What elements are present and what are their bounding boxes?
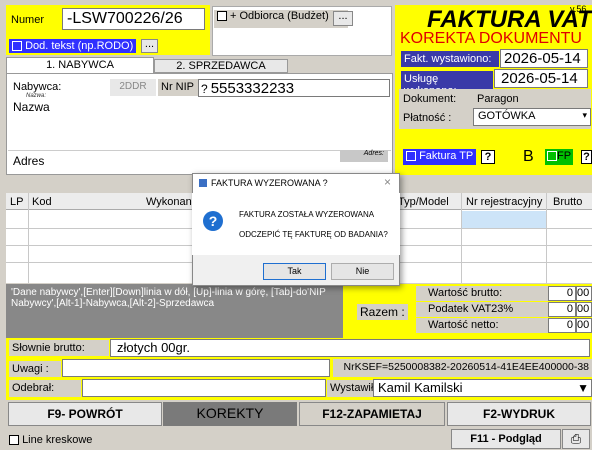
dialog-close-icon[interactable]: × <box>384 175 391 189</box>
version-label: v.56 <box>570 4 587 14</box>
column-nr-rejestracyjny: Nr rejestracyjny <box>466 196 543 208</box>
hint-text: 'Dane nabywcy',[Enter][Down]linia w dół,… <box>6 284 343 338</box>
ksef-number: NrKSEF=5250008382-20260514-41E4EE400000-… <box>333 359 592 377</box>
wartosc-netto-gr: 00 <box>576 318 592 333</box>
ddr-button[interactable]: 2DDR <box>110 79 156 96</box>
fp-checkbox[interactable]: FP <box>545 149 574 165</box>
dialog-line2: ODCZEPIĆ TĘ FAKTURĘ OD BADANIA? <box>239 230 388 239</box>
selected-cell[interactable] <box>462 211 546 228</box>
nazwa-field[interactable]: Nazwa <box>13 100 50 114</box>
odbiorca-label: + Odbiorca (Budżet) <box>230 10 329 22</box>
slownie-field: złotych 00gr. <box>110 339 590 357</box>
adres-hint: Adres: <box>340 150 388 162</box>
column-brutto: Brutto <box>553 196 583 208</box>
fp-label: FP <box>557 150 572 162</box>
tab-nabywca[interactable]: 1. NABYWCA <box>6 57 154 73</box>
wartosc-brutto-label: Wartość brutto: <box>416 286 548 301</box>
korekty-button[interactable]: KOREKTY <box>163 402 297 426</box>
usluge-field[interactable]: 2026-05-14 <box>494 69 588 88</box>
tak-button[interactable]: Tak <box>263 263 326 280</box>
wartosc-brutto-gr: 00 <box>576 286 592 301</box>
column-typ-model: Typ/Model <box>398 196 449 208</box>
platnosc-select[interactable]: GOTÓWKA ▾ <box>473 108 591 126</box>
faktura-tp-checkbox[interactable]: Faktura TP <box>403 149 477 165</box>
wartosc-netto-label: Wartość netto: <box>416 318 548 333</box>
line-kreskowe-label: Line kreskowe <box>22 434 93 446</box>
adres-field[interactable]: Adres <box>13 154 44 168</box>
odbiorca-checkbox[interactable]: + Odbiorca (Budżet) <box>214 10 348 28</box>
dialog-body <box>192 193 400 255</box>
dialog-app-icon <box>199 179 207 187</box>
dialog-line1: FAKTURA ZOSTAŁA WYZEROWANA <box>239 210 375 219</box>
wystawil-select[interactable]: Kamil Kamilski ▼ <box>373 379 592 397</box>
nabywca-label: Nabywca: <box>13 81 62 93</box>
column-kod: Kod <box>32 196 52 208</box>
printer-icon[interactable]: ⎙ <box>562 429 590 449</box>
podatek-gr: 00 <box>576 302 592 317</box>
dialog-title: FAKTURA WYZEROWANA ? <box>211 178 328 188</box>
numer-field[interactable]: -LSW700226/26 <box>62 8 205 30</box>
f12-zapamietaj-button[interactable]: F12-ZAPAMIETAJ <box>299 402 445 426</box>
f11-podglad-button[interactable]: F11 - Podgląd <box>451 429 561 449</box>
razem-label: Razem : <box>357 304 408 320</box>
chevron-down-icon: ▾ <box>582 110 587 120</box>
grid-line <box>546 193 547 283</box>
line-kreskowe-checkbox[interactable]: Line kreskowe <box>9 434 92 446</box>
nip-help-icon[interactable]: ? <box>201 82 208 96</box>
nip-label: Nr NIP <box>158 79 198 96</box>
slownie-label: Słownie brutto: <box>9 340 109 356</box>
column-wykonana: Wykonana <box>146 196 198 208</box>
column-lp: LP <box>10 196 24 208</box>
podatek-value: 0 <box>548 302 576 317</box>
tab-sprzedawca[interactable]: 2. SPRZEDAWCA <box>154 59 288 73</box>
platnosc-label: Płatność : <box>403 112 452 124</box>
podatek-label: Podatek VAT23% <box>416 302 548 317</box>
dokument-label: Dokument: <box>403 93 457 105</box>
fakt-wystawiono-field[interactable]: 2026-05-14 <box>500 49 588 68</box>
dod-tekst-label: Dod. tekst (np.RODO) <box>25 40 134 52</box>
wystawil-label: Wystawił: <box>327 380 376 397</box>
wystawil-value: Kamil Kamilski <box>378 380 463 395</box>
dropdown-arrow-icon: ▼ <box>577 381 589 395</box>
grid-line <box>461 193 462 283</box>
grid-line <box>28 193 29 283</box>
fp-help-icon[interactable]: ? <box>581 150 592 164</box>
nip-field[interactable]: ? 5553332233 <box>198 79 390 97</box>
fakt-wystawiono-label: Fakt. wystawiono: <box>401 51 499 67</box>
nazwa-small-label: Nazwa: <box>26 93 47 99</box>
odebral-field[interactable] <box>82 379 326 397</box>
numer-label: Numer <box>11 14 45 26</box>
nie-button[interactable]: Nie <box>331 263 394 280</box>
b-label: B <box>523 148 534 165</box>
korekta-label: KOREKTA DOKUMENTU <box>400 30 582 47</box>
dokument-value: Paragon <box>477 93 519 105</box>
uwagi-field[interactable] <box>62 359 330 377</box>
faktura-tp-help-icon[interactable]: ? <box>481 150 495 164</box>
nip-value: 5553332233 <box>210 80 295 97</box>
uwagi-label: Uwagi : <box>9 361 61 377</box>
dod-tekst-dots-button[interactable]: ... <box>141 39 158 53</box>
question-icon: ? <box>203 211 223 231</box>
odebral-label: Odebrał: <box>9 380 81 397</box>
platnosc-value: GOTÓWKA <box>478 110 536 122</box>
wartosc-netto-value: 0 <box>548 318 576 333</box>
f2-wydruk-button[interactable]: F2-WYDRUK <box>447 402 591 426</box>
divider <box>8 150 391 151</box>
dod-tekst-checkbox[interactable]: Dod. tekst (np.RODO) <box>9 39 137 53</box>
f9-powrot-button[interactable]: F9- POWRÓT <box>8 402 162 426</box>
odbiorca-dots-button[interactable]: ... <box>333 11 353 26</box>
wartosc-brutto-value: 0 <box>548 286 576 301</box>
faktura-tp-label: Faktura TP <box>419 150 474 162</box>
